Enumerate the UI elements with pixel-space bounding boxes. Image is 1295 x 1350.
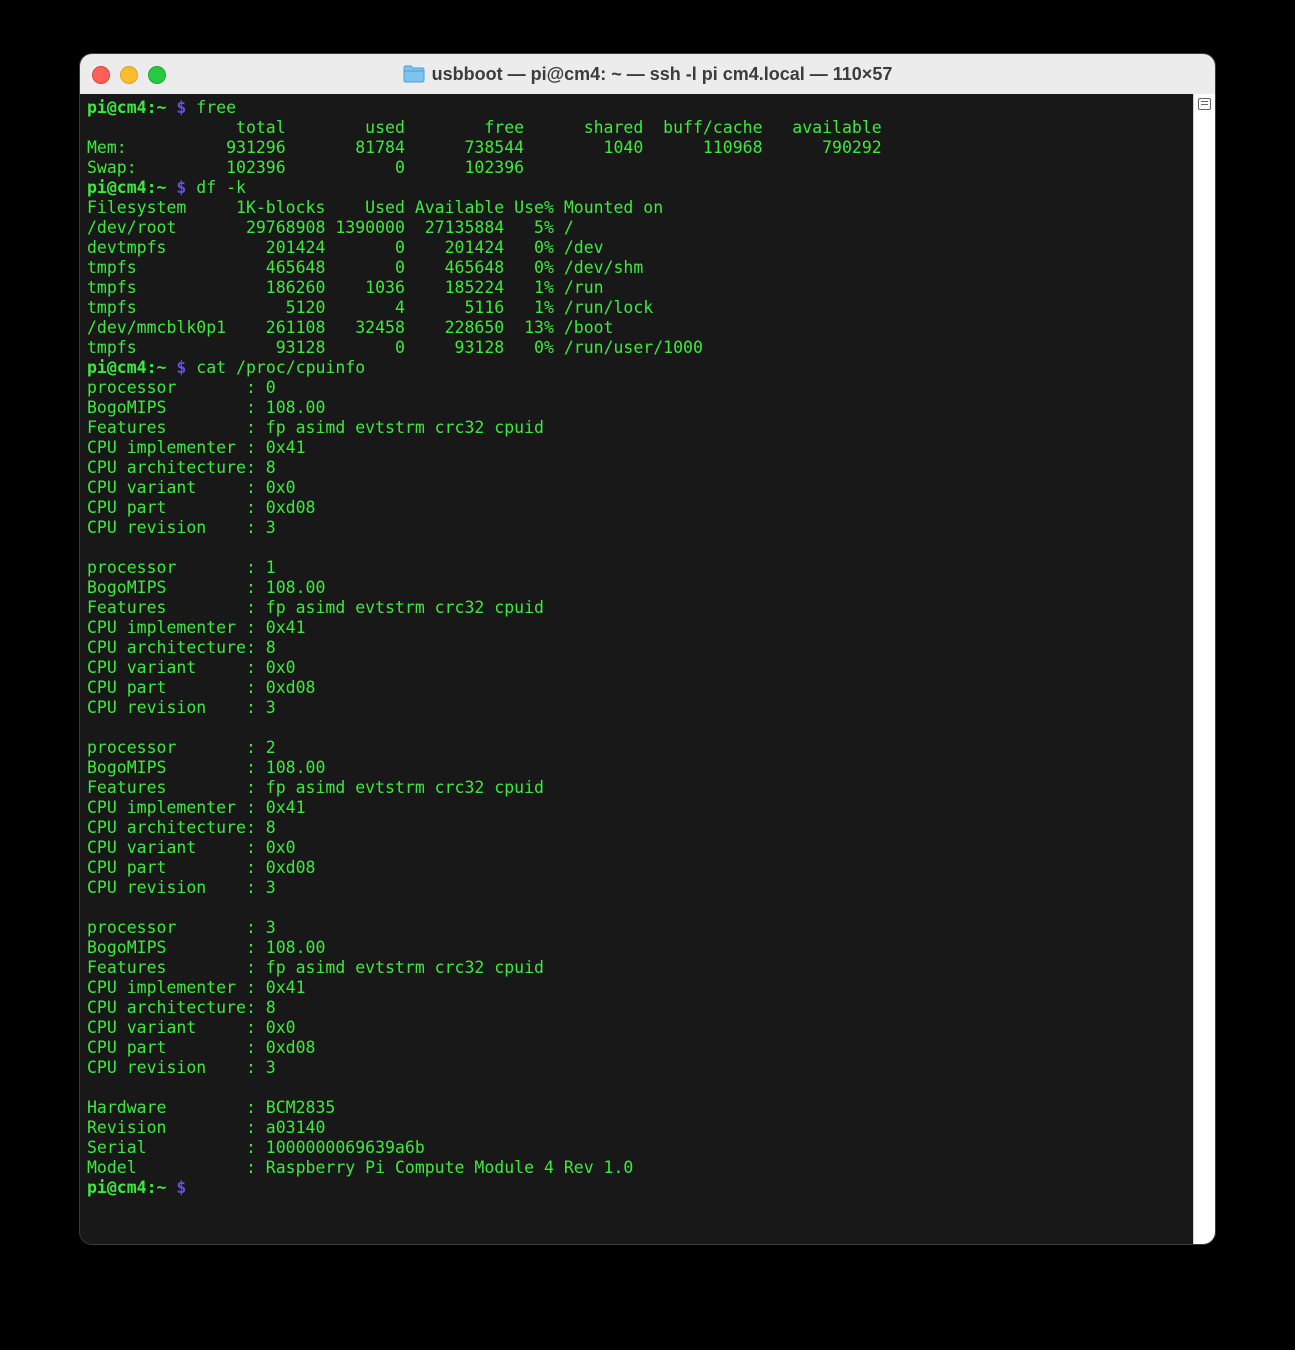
output-line: devtmpfs 201424 0 201424 0% /dev — [87, 238, 604, 257]
output-line: processor : 3 — [87, 918, 276, 937]
terminal-output: pi@cm4:~ $ free total used free shared b… — [87, 98, 882, 1198]
terminal-window: usbboot — pi@cm4: ~ — ssh -l pi cm4.loca… — [80, 54, 1215, 1244]
prompt-symbol: $ — [166, 178, 187, 197]
prompt-path: :~ — [146, 358, 167, 377]
output-line: BogoMIPS : 108.00 — [87, 938, 326, 957]
output-line: Revision : a03140 — [87, 1118, 326, 1137]
output-line: CPU implementer : 0x41 — [87, 618, 306, 637]
prompt-path: :~ — [146, 98, 167, 117]
output-line: tmpfs 465648 0 465648 0% /dev/shm — [87, 258, 644, 277]
prompt-user: pi@cm4 — [87, 178, 147, 197]
output-line: CPU part : 0xd08 — [87, 678, 316, 697]
output-line: Serial : 1000000069639a6b — [87, 1138, 425, 1157]
command-text: free — [186, 98, 237, 117]
output-line: processor : 0 — [87, 378, 276, 397]
prompt-line: pi@cm4:~ $ — [87, 1178, 882, 1198]
output-line: CPU architecture: 8 — [87, 458, 276, 477]
scrollbar[interactable] — [1193, 94, 1215, 1244]
output-line: CPU architecture: 8 — [87, 818, 276, 837]
prompt-symbol: $ — [166, 1178, 187, 1197]
prompt-user: pi@cm4 — [87, 358, 147, 377]
output-line: CPU variant : 0x0 — [87, 658, 296, 677]
output-line: CPU part : 0xd08 — [87, 858, 316, 877]
prompt-symbol: $ — [166, 358, 187, 377]
output-line: Features : fp asimd evtstrm crc32 cpuid — [87, 778, 544, 797]
output-line: BogoMIPS : 108.00 — [87, 398, 326, 417]
output-line: Features : fp asimd evtstrm crc32 cpuid — [87, 418, 544, 437]
prompt-line: pi@cm4:~ $ cat /proc/cpuinfo — [87, 358, 882, 378]
folder-icon — [403, 65, 425, 83]
output-line: tmpfs 5120 4 5116 1% /run/lock — [87, 298, 654, 317]
output-line: CPU revision : 3 — [87, 698, 276, 717]
prompt-line: pi@cm4:~ $ free — [87, 98, 882, 118]
output-line: CPU implementer : 0x41 — [87, 798, 306, 817]
output-line: Features : fp asimd evtstrm crc32 cpuid — [87, 958, 544, 977]
output-line: CPU variant : 0x0 — [87, 1018, 296, 1037]
output-line: CPU variant : 0x0 — [87, 838, 296, 857]
output-line: processor : 2 — [87, 738, 276, 757]
prompt-user: pi@cm4 — [87, 98, 147, 117]
prompt-symbol: $ — [166, 98, 187, 117]
output-line: BogoMIPS : 108.00 — [87, 578, 326, 597]
output-line: tmpfs 186260 1036 185224 1% /run — [87, 278, 604, 297]
scrollback-marks-icon[interactable] — [1198, 98, 1211, 110]
output-line: total used free shared buff/cache availa… — [87, 118, 882, 137]
output-line: /dev/mmcblk0p1 261108 32458 228650 13% /… — [87, 318, 614, 337]
output-line: tmpfs 93128 0 93128 0% /run/user/1000 — [87, 338, 703, 357]
output-line: CPU part : 0xd08 — [87, 498, 316, 517]
output-line: Filesystem 1K-blocks Used Available Use%… — [87, 198, 664, 217]
output-line: CPU architecture: 8 — [87, 998, 276, 1017]
prompt-path: :~ — [146, 178, 167, 197]
output-line: Swap: 102396 0 102396 — [87, 158, 525, 177]
output-line: CPU revision : 3 — [87, 878, 276, 897]
prompt-path: :~ — [146, 1178, 167, 1197]
output-line: processor : 1 — [87, 558, 276, 577]
command-text: cat /proc/cpuinfo — [186, 358, 366, 377]
command-text: df -k — [186, 178, 246, 197]
output-line: BogoMIPS : 108.00 — [87, 758, 326, 777]
output-line: Features : fp asimd evtstrm crc32 cpuid — [87, 598, 544, 617]
title-bar[interactable]: usbboot — pi@cm4: ~ — ssh -l pi cm4.loca… — [80, 54, 1215, 95]
output-line: /dev/root 29768908 1390000 27135884 5% / — [87, 218, 574, 237]
prompt-line: pi@cm4:~ $ df -k — [87, 178, 882, 198]
window-title: usbboot — pi@cm4: ~ — ssh -l pi cm4.loca… — [431, 63, 893, 84]
output-line: CPU implementer : 0x41 — [87, 978, 306, 997]
output-line: Model : Raspberry Pi Compute Module 4 Re… — [87, 1158, 634, 1177]
output-line: CPU variant : 0x0 — [87, 478, 296, 497]
terminal-content[interactable]: pi@cm4:~ $ free total used free shared b… — [80, 94, 1194, 1244]
prompt-user: pi@cm4 — [87, 1178, 147, 1197]
output-line: CPU revision : 3 — [87, 518, 276, 537]
output-line: CPU implementer : 0x41 — [87, 438, 306, 457]
output-line: CPU part : 0xd08 — [87, 1038, 316, 1057]
output-line: CPU architecture: 8 — [87, 638, 276, 657]
output-line: CPU revision : 3 — [87, 1058, 276, 1077]
output-line: Mem: 931296 81784 738544 1040 110968 790… — [87, 138, 882, 157]
output-line: Hardware : BCM2835 — [87, 1098, 336, 1117]
title-wrap: usbboot — pi@cm4: ~ — ssh -l pi cm4.loca… — [80, 54, 1215, 94]
